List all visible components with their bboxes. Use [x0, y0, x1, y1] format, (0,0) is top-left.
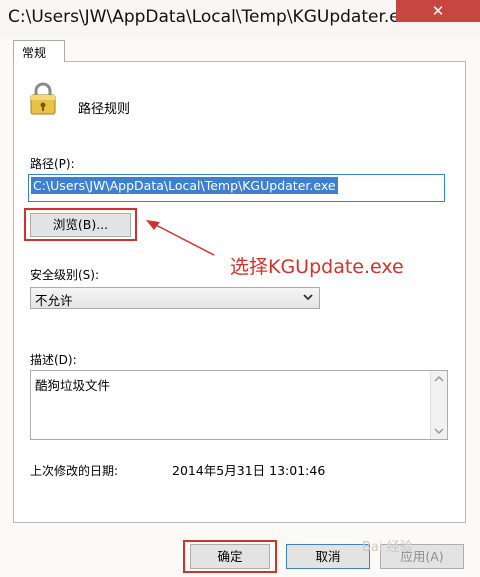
description-scrollbar[interactable] — [430, 371, 447, 439]
close-button[interactable]: ✕ — [396, 0, 480, 22]
ok-button-label: 确定 — [217, 549, 243, 564]
chevron-down-icon — [303, 294, 313, 301]
security-level-label: 安全级别(S): — [30, 268, 100, 282]
path-input-value: C:\Users\JW\AppData\Local\Temp\KGUpdater… — [31, 177, 338, 194]
title-bar: C:\Users\JW\AppData\Local\Temp\KGUpdater… — [0, 0, 480, 38]
security-level-select[interactable]: 不允许 — [30, 287, 320, 309]
browse-button[interactable]: 浏览(B)... — [30, 213, 131, 237]
cancel-button[interactable]: 取消 — [286, 544, 370, 569]
tab-general[interactable]: 常规 — [13, 40, 65, 62]
description-label: 描述(D): — [30, 353, 77, 367]
close-icon: ✕ — [431, 2, 445, 20]
path-label: 路径(P): — [30, 157, 75, 171]
browse-button-label: 浏览(B)... — [52, 217, 109, 232]
security-level-value: 不允许 — [35, 293, 73, 308]
scroll-down-icon[interactable] — [434, 427, 444, 435]
last-modified-label: 上次修改的日期: — [30, 464, 119, 478]
scroll-up-icon[interactable] — [434, 375, 444, 383]
lock-icon — [30, 82, 56, 115]
tab-general-label: 常规 — [22, 46, 47, 60]
path-input[interactable]: C:\Users\JW\AppData\Local\Temp\KGUpdater… — [28, 174, 445, 202]
ok-button[interactable]: 确定 — [190, 544, 270, 569]
watermark: Bai 经验 — [362, 540, 413, 555]
annotation-text: 选择KGUpdate.exe — [230, 256, 404, 278]
rule-type-label: 路径规则 — [78, 102, 131, 117]
last-modified-value: 2014年5月31日 13:01:46 — [172, 463, 326, 478]
description-textarea[interactable]: 酷狗垃圾文件 — [30, 370, 448, 440]
window-title: C:\Users\JW\AppData\Local\Temp\KGUpdater… — [8, 7, 442, 27]
annotation-arrow-icon — [146, 220, 215, 256]
cancel-button-label: 取消 — [315, 549, 341, 564]
description-value: 酷狗垃圾文件 — [35, 378, 111, 393]
